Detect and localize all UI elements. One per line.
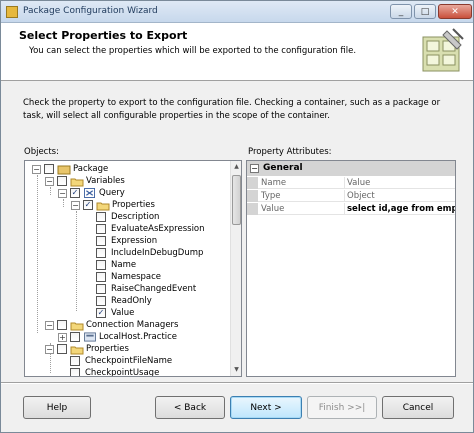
tree-node-connection-managers[interactable]: − Connection Managers [25,320,230,332]
checkpointusage-checkbox[interactable] [70,368,80,376]
collapse-icon[interactable]: − [45,177,54,186]
folder-icon [70,322,84,331]
raisechangedevent-checkbox[interactable] [96,284,106,294]
description-checkbox[interactable] [96,212,106,222]
close-button[interactable]: ✕ [438,4,472,19]
property-grid[interactable]: − General Name Value Type Object Value s… [246,160,456,377]
finish-button[interactable]: Finish >>| [307,396,377,419]
tree-node-evaluateasexpression[interactable]: EvaluateAsExpression [25,224,230,236]
tree-node-variables[interactable]: − Variables [25,176,230,188]
package-icon [57,165,71,175]
objects-label: Objects: [24,147,59,157]
connection-icon [84,332,96,342]
cancel-button[interactable]: Cancel [382,396,454,419]
window-title: Package Configuration Wizard [23,6,158,16]
objects-tree[interactable]: − Package − Variables − ✓ Query − ✓ Prop… [24,160,242,377]
folder-icon [70,178,84,187]
properties-checkbox[interactable]: ✓ [83,200,93,210]
property-category-general[interactable]: − General [247,161,455,176]
tree-node-checkpointusage[interactable]: CheckpointUsage [25,368,230,376]
wizard-graphic-icon [422,28,464,72]
scroll-thumb[interactable] [232,175,241,225]
page-title: Select Properties to Export [19,29,188,42]
collapse-icon[interactable]: − [45,345,54,354]
tree-node-checkpointfilename[interactable]: CheckpointFileName [25,356,230,368]
tree-node-value[interactable]: ✓ Value [25,308,230,320]
tree-node-namespace[interactable]: Namespace [25,272,230,284]
collapse-icon[interactable]: − [250,164,259,173]
maximize-button[interactable]: □ [414,4,436,19]
property-row-name[interactable]: Name Value [247,177,455,189]
package-properties-checkbox[interactable] [57,344,67,354]
minimize-button[interactable]: _ [390,4,412,19]
wizard-window: Package Configuration Wizard _ □ ✕ Selec… [0,0,474,433]
value-checkbox[interactable]: ✓ [96,308,106,318]
tree-scrollbar[interactable]: ▲ ▼ [230,161,241,376]
property-row-type[interactable]: Type Object [247,190,455,202]
scroll-up-button[interactable]: ▲ [231,161,241,173]
next-button[interactable]: Next > [230,396,302,419]
variable-icon [84,188,95,198]
package-icon [6,6,18,18]
folder-icon [70,346,84,355]
tree-node-query[interactable]: − ✓ Query [25,188,230,200]
page-subtitle: You can select the properties which will… [29,46,357,56]
connection-managers-checkbox[interactable] [57,320,67,330]
back-button[interactable]: < Back [155,396,225,419]
variables-checkbox[interactable] [57,176,67,186]
tree-node-expression[interactable]: Expression [25,236,230,248]
tree-node-localhost-practice[interactable]: + LocalHost.Practice [25,332,230,344]
collapse-icon[interactable]: − [71,201,80,210]
localhost-practice-checkbox[interactable] [70,332,80,342]
expression-checkbox[interactable] [96,236,106,246]
name-checkbox[interactable] [96,260,106,270]
scroll-down-button[interactable]: ▼ [231,364,241,376]
namespace-checkbox[interactable] [96,272,106,282]
tree-node-description[interactable]: Description [25,212,230,224]
property-value-field[interactable]: select id,age from employ [347,204,455,214]
title-bar[interactable]: Package Configuration Wizard _ □ ✕ [1,1,473,23]
tree-node-name[interactable]: Name [25,260,230,272]
wizard-header: Select Properties to Export You can sele… [1,23,473,81]
includeindebugdump-checkbox[interactable] [96,248,106,258]
property-row-value[interactable]: Value select id,age from employ [247,203,455,215]
collapse-icon[interactable]: − [58,189,67,198]
property-category-label: General [263,163,303,173]
help-button[interactable]: Help [23,396,91,419]
query-checkbox[interactable]: ✓ [70,188,80,198]
property-attributes-label: Property Attributes: [248,147,332,157]
tree-node-package-properties[interactable]: − Properties [25,344,230,356]
footer-separator [1,382,473,384]
checkpointfilename-checkbox[interactable] [70,356,80,366]
expand-icon[interactable]: + [58,333,67,342]
evaluateasexpression-checkbox[interactable] [96,224,106,234]
tree-node-raisechangedevent[interactable]: RaiseChangedEvent [25,284,230,296]
readonly-checkbox[interactable] [96,296,106,306]
tree-node-includeindebugdump[interactable]: IncludeInDebugDump [25,248,230,260]
collapse-icon[interactable]: − [45,321,54,330]
tree-node-readonly[interactable]: ReadOnly [25,296,230,308]
tree-node-query-properties[interactable]: − ✓ Properties [25,200,230,212]
collapse-icon[interactable]: − [32,165,41,174]
package-checkbox[interactable] [44,164,54,174]
instructions-text: Check the property to export to the conf… [23,98,441,121]
tree-node-package[interactable]: − Package [25,164,230,176]
folder-icon [96,202,110,211]
